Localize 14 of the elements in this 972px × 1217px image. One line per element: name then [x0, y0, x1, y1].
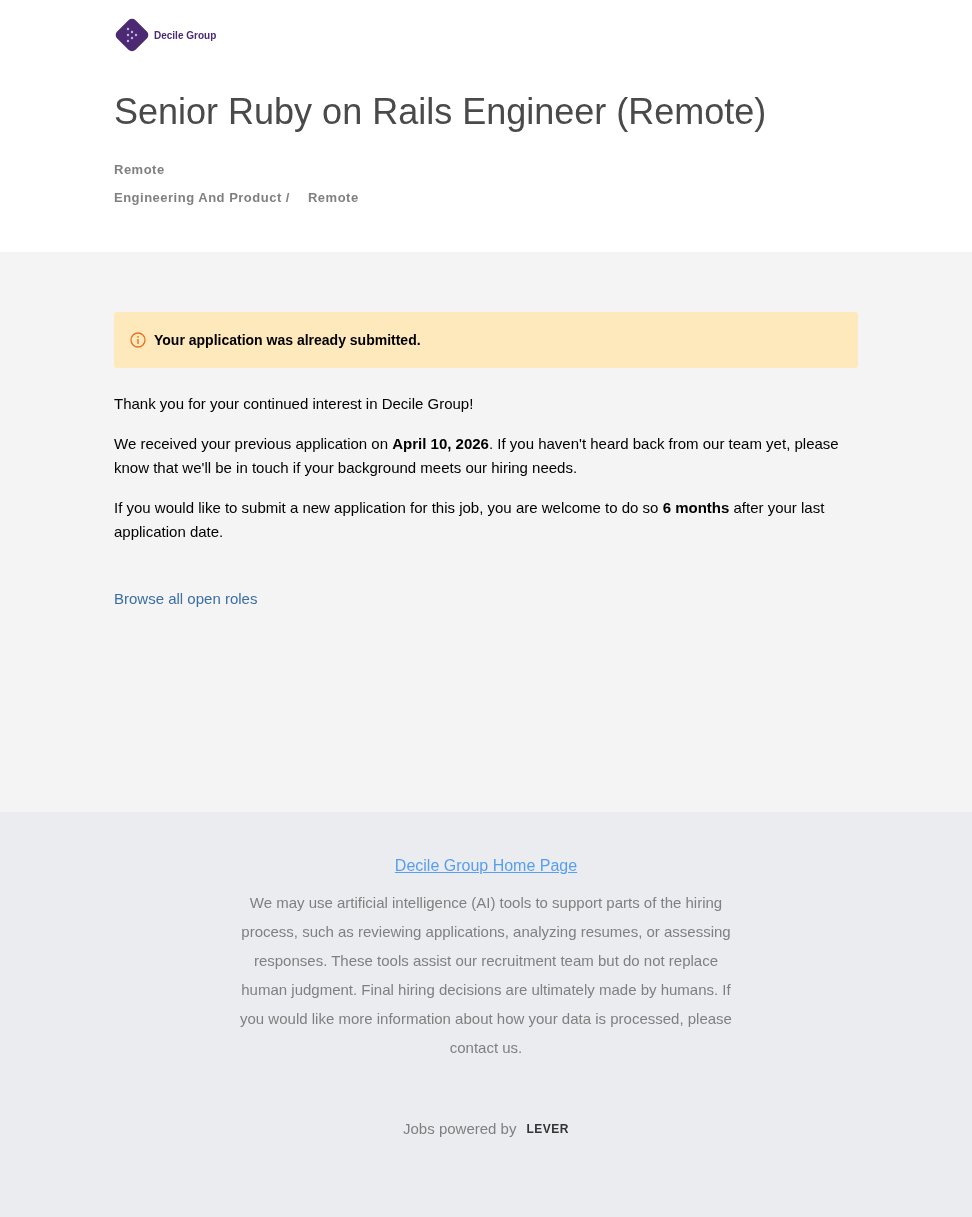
powered-by-text: Jobs powered by — [403, 1119, 517, 1139]
message-paragraph: If you would like to submit a new application for this job, you are welcome to do so 6 months after your last application date. — [114, 498, 826, 542]
job-team: Engineering And Product / — [114, 188, 290, 207]
ai-notice: We may use artificial intelligence (AI) tools to support parts of the hiring process, such as reviewing applications, analyzing resumes, or assessing responses. These tools assist our recruitment team but do not replace human judgment. Final hiring decisions are ultimately made by humans. If you would like more information about how your data is processed, please contact us. — [239, 893, 733, 1058]
browse-roles-link[interactable]: Browse all open roles — [114, 588, 258, 611]
job-title: Senior Ruby on Rails Engineer (Remote) — [114, 90, 768, 134]
message-paragraph: We received your previous application on April 10, 2026. If you haven't heard back from our team yet, please know that we'll be in touch if your background meets our hiring needs. — [114, 434, 840, 478]
job-location: Remote — [114, 161, 166, 179]
lever-logo: LEVER — [526, 1121, 569, 1139]
info-icon — [130, 332, 146, 348]
logo-text: Decile Group — [154, 28, 217, 43]
job-workplace: Remote — [307, 188, 359, 207]
message-paragraph: Thank you for your continued interest in Decile Group! — [114, 394, 475, 414]
alert-message: Your application was already submitted. — [154, 330, 421, 350]
